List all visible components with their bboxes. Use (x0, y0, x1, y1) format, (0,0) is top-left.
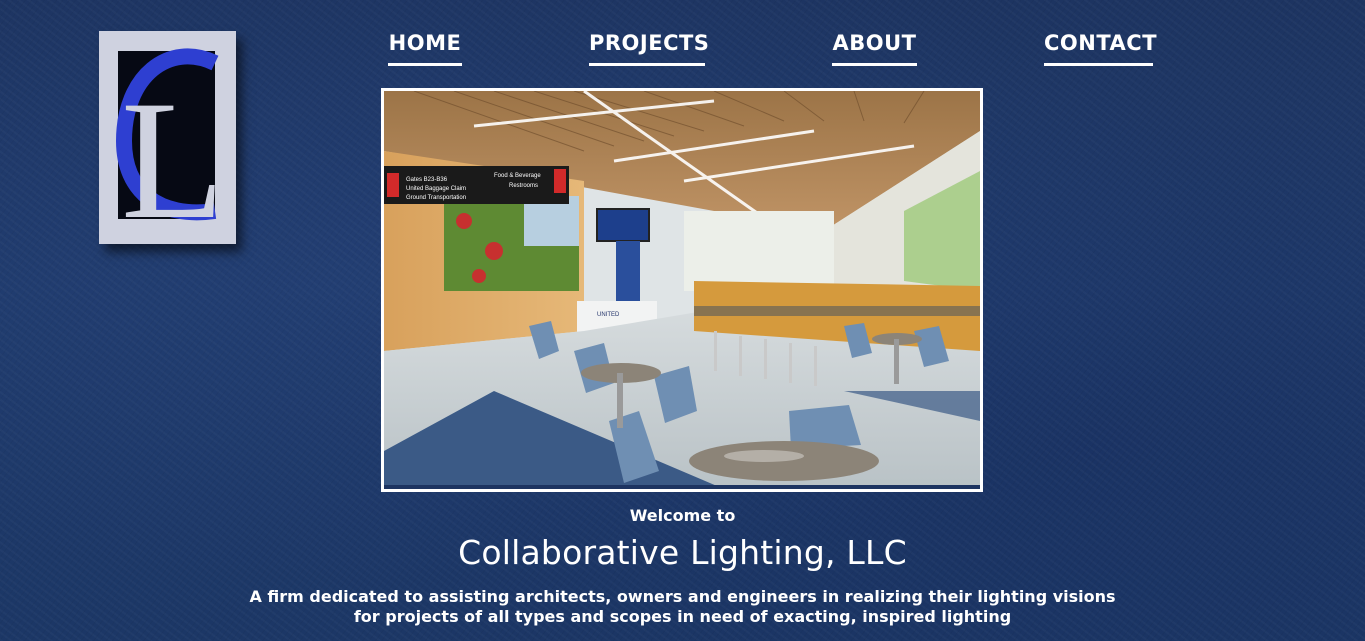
nav-projects-link[interactable]: PROJECTS (589, 28, 709, 66)
tagline-line-1: A firm dedicated to assisting architects… (249, 587, 1116, 606)
tagline-line-2: for projects of all types and scopes in … (353, 607, 1012, 626)
welcome-text: Welcome to (629, 506, 736, 525)
logo-letter: L (121, 66, 225, 244)
kiosk-text: UNITED (597, 312, 620, 318)
sign-text: Food & Beverage (494, 173, 541, 179)
nav-contact-link[interactable]: CONTACT (1044, 28, 1157, 66)
tagline: A firm dedicated to assisting architects… (0, 587, 1365, 627)
sign-text: Gates B23-B36 (406, 177, 448, 183)
nav-home-link[interactable]: HOME (388, 28, 462, 66)
sign-text: Restrooms (509, 183, 538, 189)
hero-image: Gates B23-B36 United Baggage Claim Groun… (381, 88, 983, 492)
main-nav: HOME PROJECTS ABOUT CONTACT (0, 28, 1365, 68)
concourse-photo: Gates B23-B36 United Baggage Claim Groun… (384, 91, 980, 489)
hero-bottom-bar (384, 485, 980, 489)
company-title: Collaborative Lighting, LLC (458, 533, 907, 572)
sign-text: Ground Transportation (406, 195, 466, 201)
nav-about-link[interactable]: ABOUT (832, 28, 917, 66)
sign-text: United Baggage Claim (406, 186, 466, 192)
